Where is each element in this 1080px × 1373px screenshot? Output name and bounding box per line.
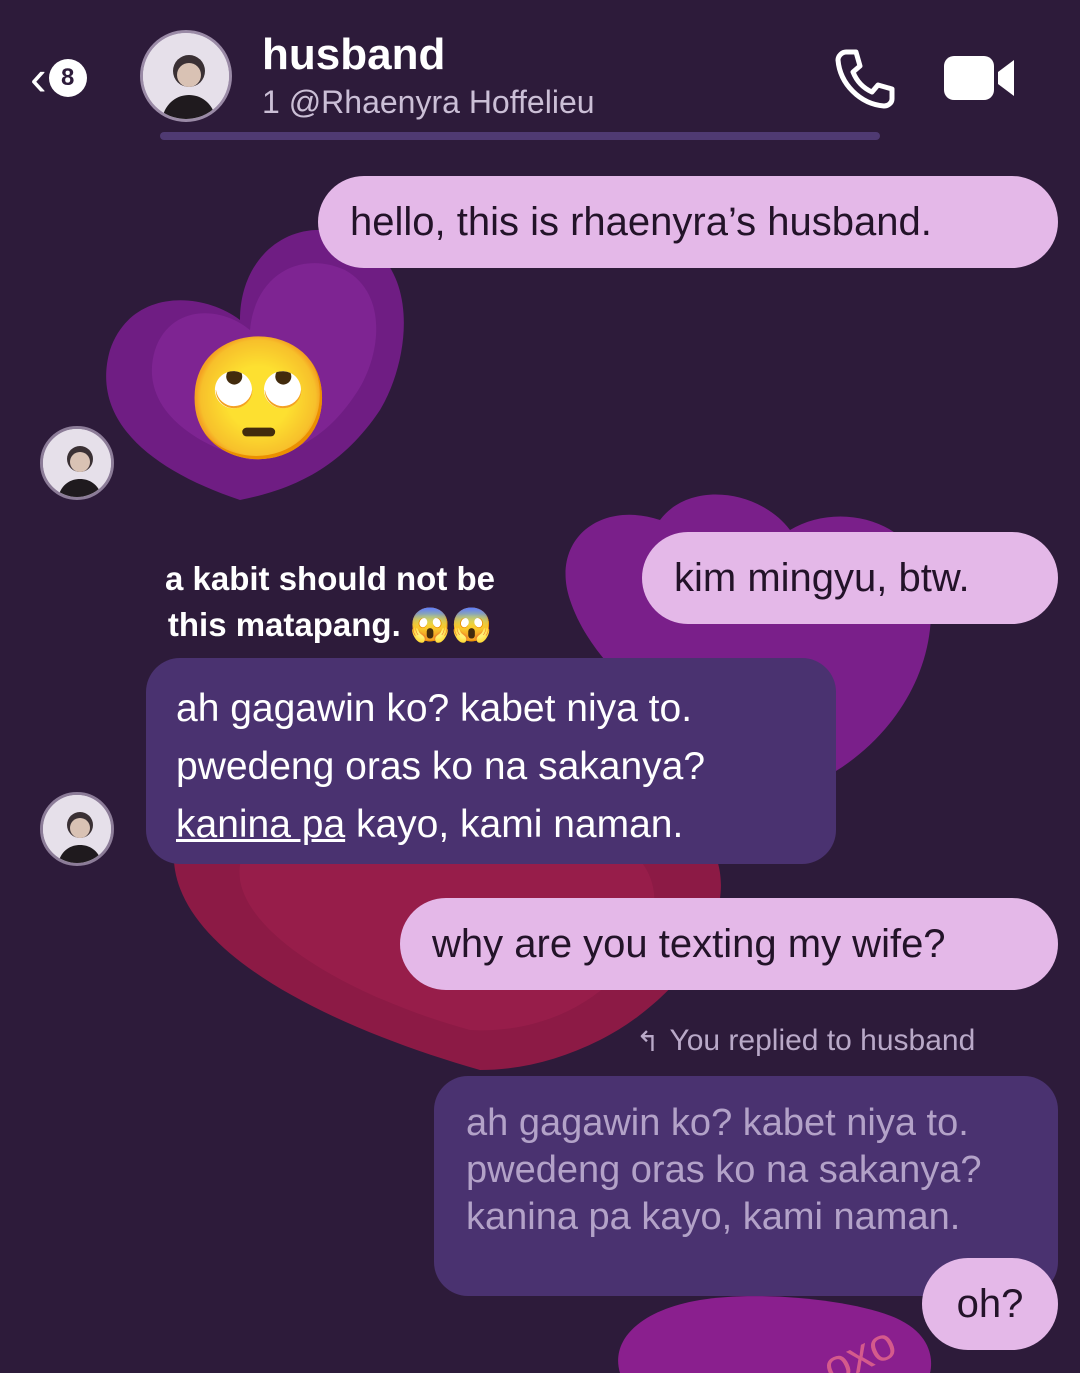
message-outgoing[interactable]: hello, this is rhaenyra’s husband.	[318, 176, 1058, 268]
message-line: ah gagawin ko? kabet niya to.	[176, 687, 693, 730]
message-outgoing[interactable]: oh?	[922, 1258, 1058, 1350]
scream-emoji: 😱😱	[409, 606, 493, 643]
message-incoming[interactable]: ah gagawin ko? kabet niya to. pwedeng or…	[146, 658, 836, 864]
contact-subtitle: 1 @Rhaenyra Hoffelieu	[262, 84, 595, 120]
sticker-line-text: this matapang.	[167, 606, 401, 643]
message-text: why are you texting my wife?	[432, 921, 946, 966]
message-text: oh?	[956, 1281, 1024, 1326]
contact-avatar[interactable]	[140, 30, 232, 122]
chevron-left-icon: ‹	[30, 50, 47, 106]
message-line: kanina pa kayo, kami naman.	[176, 796, 806, 854]
sticker-message[interactable]: a kabit should not be this matapang. 😱😱	[100, 556, 560, 648]
reply-label-text: You replied to husband	[669, 1024, 976, 1057]
contact-name: husband	[262, 30, 446, 79]
phone-call-button[interactable]	[832, 46, 898, 112]
header-divider	[160, 132, 880, 140]
back-button[interactable]: ‹ 8	[30, 48, 120, 108]
video-camera-icon	[944, 56, 1014, 100]
sender-avatar[interactable]	[40, 426, 114, 500]
avatar-person-icon	[143, 33, 229, 119]
sticker-line: a kabit should not be	[164, 560, 496, 597]
unread-count-badge: 8	[48, 59, 87, 97]
message-outgoing[interactable]: kim mingyu, btw.	[642, 532, 1058, 624]
underlined-text: kanina pa	[176, 803, 346, 846]
quoted-line: pwedeng oras ko na sakanya?	[466, 1149, 982, 1191]
message-line-rest: kayo, kami naman.	[345, 803, 684, 846]
sticker-line-2: this matapang. 😱😱	[100, 602, 560, 648]
message-emoji[interactable]: 🙄	[184, 334, 333, 464]
video-call-button[interactable]	[940, 48, 1020, 108]
chat-header: ‹ 8 husband 1 @Rhaenyra Hoffelieu	[0, 0, 1080, 140]
message-outgoing[interactable]: why are you texting my wife?	[400, 898, 1058, 990]
message-line: pwedeng oras ko na sakanya?	[176, 745, 706, 788]
message-text: hello, this is rhaenyra’s husband.	[350, 199, 932, 244]
quoted-line: kanina pa kayo, kami naman.	[466, 1196, 961, 1238]
quoted-line: ah gagawin ko? kabet niya to.	[466, 1102, 969, 1144]
reply-indicator: ↰ You replied to husband	[636, 1024, 975, 1058]
phone-icon	[835, 49, 895, 109]
message-text: kim mingyu, btw.	[674, 555, 970, 600]
sender-avatar[interactable]	[40, 792, 114, 866]
reply-arrow-icon: ↰	[636, 1025, 660, 1057]
heart-decoration-bottom: oxo	[618, 1296, 932, 1373]
